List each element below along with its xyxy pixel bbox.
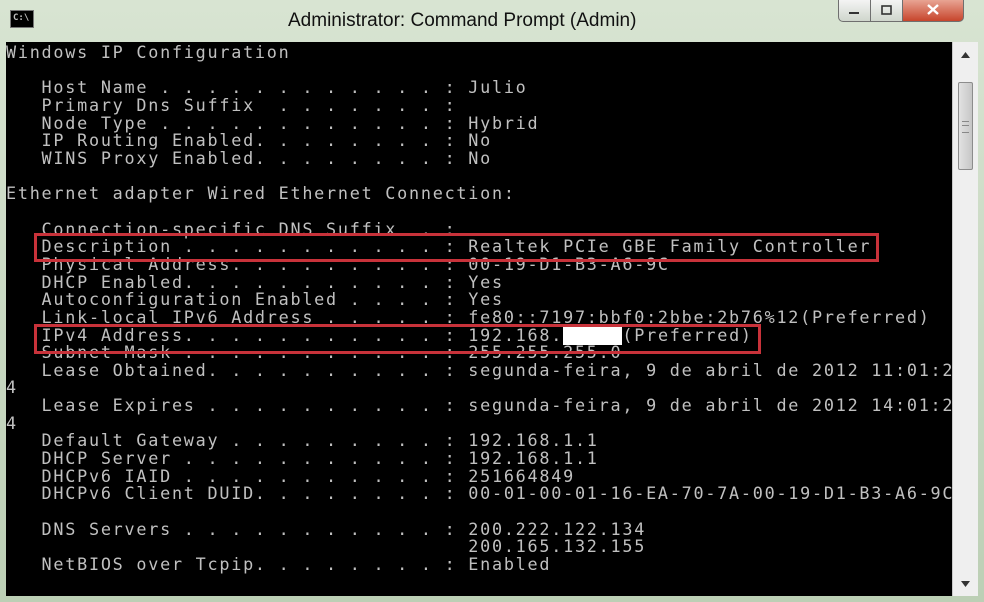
ipv4-highlight-box [34,324,761,354]
title-bar[interactable]: C:\ Administrator: Command Prompt (Admin… [0,0,984,42]
scrollbar-thumb[interactable] [958,82,973,170]
console-line: Ethernet adapter Wired Ethernet Connecti… [6,183,516,204]
scroll-down-button[interactable] [953,572,978,596]
console-line: NetBIOS over Tcpip. . . . . . . . : Enab… [6,554,552,575]
maximize-icon [881,3,892,18]
scroll-up-button[interactable] [953,42,978,68]
maximize-button[interactable] [870,0,903,22]
console-text: Windows IP Configuration Host Name . . .… [6,42,952,575]
window-title: Administrator: Command Prompt (Admin) [288,10,637,31]
description-highlight-box [34,233,879,262]
minimize-button[interactable] [838,0,871,22]
command-prompt-window: C:\ Administrator: Command Prompt (Admin… [0,0,984,602]
console-output-area[interactable]: Windows IP Configuration Host Name . . .… [6,42,952,596]
grip-icon [962,121,969,133]
console-line: Lease Obtained. . . . . . . . . . : segu… [6,359,952,380]
vertical-scrollbar[interactable] [952,42,978,596]
chevron-down-icon [961,578,970,590]
console-line: Lease Expires . . . . . . . . . . : segu… [6,395,952,416]
minimize-icon [849,3,860,18]
console-line: DHCPv6 Client DUID. . . . . . . . : 00-0… [6,483,952,504]
console-line: Windows IP Configuration [6,42,291,62]
close-button[interactable] [902,0,964,22]
chevron-up-icon [961,49,970,61]
close-icon [927,3,939,18]
command-prompt-icon[interactable]: C:\ [10,10,34,28]
console-line: WINS Proxy Enabled. . . . . . . . : No [6,147,492,168]
